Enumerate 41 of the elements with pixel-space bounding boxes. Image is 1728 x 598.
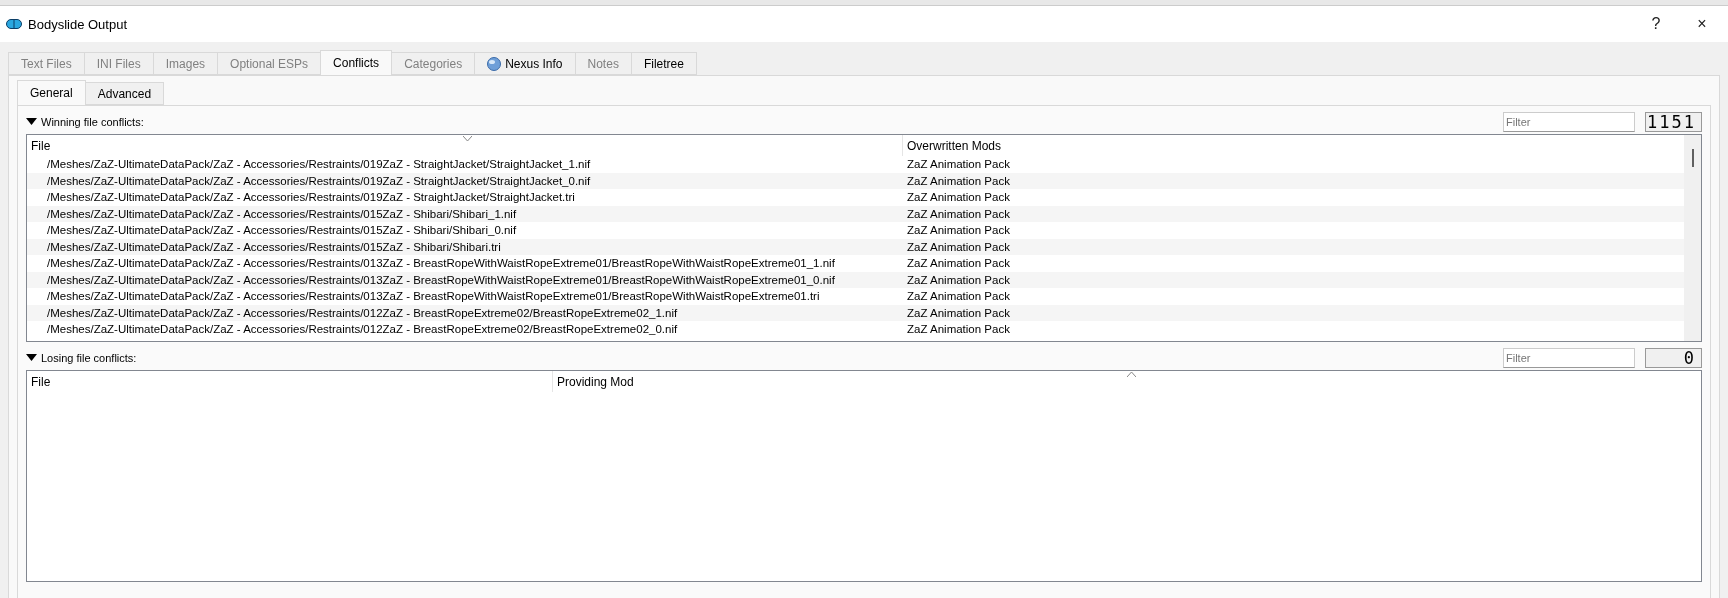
tab[interactable]: Filetree: [630, 52, 697, 75]
count-display: 0: [1645, 348, 1702, 368]
mod-name-cell-text: ZaZ Animation Pack: [906, 256, 1011, 271]
scrollbar[interactable]: [1684, 135, 1701, 341]
mod-name-cell-text: ZaZ Animation Pack: [906, 272, 1011, 288]
window-title: Bodyslide Output: [28, 16, 128, 32]
disclosure-triangle-icon[interactable]: [26, 354, 37, 362]
mod-name-cell-text: ZaZ Animation Pack: [906, 305, 1011, 321]
section-title: Winning file conflicts:: [41, 116, 145, 128]
file-path-cell-text: /Meshes/ZaZ-UltimateDataPack/ZaZ - Accessories/Restraints/013ZaZ - BreastRopeWithWaistRopeExtreme01/BreastRopeWithWaistRopeExtreme01_1.nif: [46, 256, 836, 271]
globe-icon: [487, 57, 502, 71]
file-path-cell-text: /Meshes/ZaZ-UltimateDataPack/ZaZ - Accessories/Restraints/019ZaZ - StraightJacket/StraightJacket_1.nif: [46, 157, 592, 172]
mod-name-cell-text: ZaZ Animation Pack: [906, 206, 1011, 222]
mod-name-cell-text: ZaZ Animation Pack: [906, 173, 1011, 189]
file-path-cell-text: /Meshes/ZaZ-UltimateDataPack/ZaZ - Accessories/Restraints/019ZaZ - StraightJacket/StraightJacket.tri: [46, 190, 576, 205]
mod-name-cell-text: ZaZ Animation Pack: [906, 190, 1011, 205]
file-path-cell-text: /Meshes/ZaZ-UltimateDataPack/ZaZ - Accessories/Restraints/015ZaZ - Shibari/Shibari.tri: [46, 239, 502, 255]
mod-name-cell-text: ZaZ Animation Pack: [906, 157, 1011, 172]
file-path-cell-text: /Meshes/ZaZ-UltimateDataPack/ZaZ - Accessories/Restraints/013ZaZ - BreastRopeWithWaistRopeExtreme01/BreastRopeWithWaistRopeExtreme01.tri: [46, 289, 821, 304]
filter-field[interactable]: Filter: [1503, 112, 1635, 132]
mod-name-cell-text: ZaZ Animation Pack: [906, 223, 1011, 238]
mod-name-cell-text: ZaZ Animation Pack: [906, 322, 1011, 337]
tab[interactable]: Conflicts: [320, 50, 393, 75]
file-path-cell-text: /Meshes/ZaZ-UltimateDataPack/ZaZ - Accessories/Restraints/015ZaZ - Shibari/Shibari_1.nif: [46, 206, 518, 222]
filter-field[interactable]: Filter: [1503, 348, 1635, 368]
mod-name-cell-text: ZaZ Animation Pack: [906, 239, 1011, 255]
help-button[interactable]: ?: [1636, 9, 1676, 39]
file-path-cell-text: /Meshes/ZaZ-UltimateDataPack/ZaZ - Accessories/Restraints/015ZaZ - Shibari/Shibari_0.nif: [46, 223, 518, 238]
file-path-cell-text: /Meshes/ZaZ-UltimateDataPack/ZaZ - Accessories/Restraints/012ZaZ - BreastRopeExtreme02/BreastRopeExtreme02_1.nif: [46, 305, 679, 321]
close-button[interactable]: ×: [1682, 9, 1722, 39]
file-path-cell-text: /Meshes/ZaZ-UltimateDataPack/ZaZ - Accessories/Restraints/013ZaZ - BreastRopeWithWaistRopeExtreme01/BreastRopeWithWaistRopeExtreme01_0.nif: [46, 272, 836, 288]
file-path-cell-text: /Meshes/ZaZ-UltimateDataPack/ZaZ - Accessories/Restraints/012ZaZ - BreastRopeExtreme02/BreastRopeExtreme02_0.nif: [46, 322, 679, 337]
tab[interactable]: Nexus Info: [474, 52, 576, 75]
subtab[interactable]: General: [17, 80, 86, 105]
disclosure-triangle-icon[interactable]: [26, 118, 37, 126]
app-icon: [6, 19, 22, 29]
section-title: Losing file conflicts:: [41, 352, 138, 364]
subtab[interactable]: Advanced: [84, 82, 165, 105]
file-path-cell-text: /Meshes/ZaZ-UltimateDataPack/ZaZ - Accessories/Restraints/019ZaZ - StraightJacket/StraightJacket_0.nif: [46, 173, 592, 189]
count-display: 1151: [1645, 112, 1702, 132]
mod-name-cell-text: ZaZ Animation Pack: [906, 289, 1011, 304]
